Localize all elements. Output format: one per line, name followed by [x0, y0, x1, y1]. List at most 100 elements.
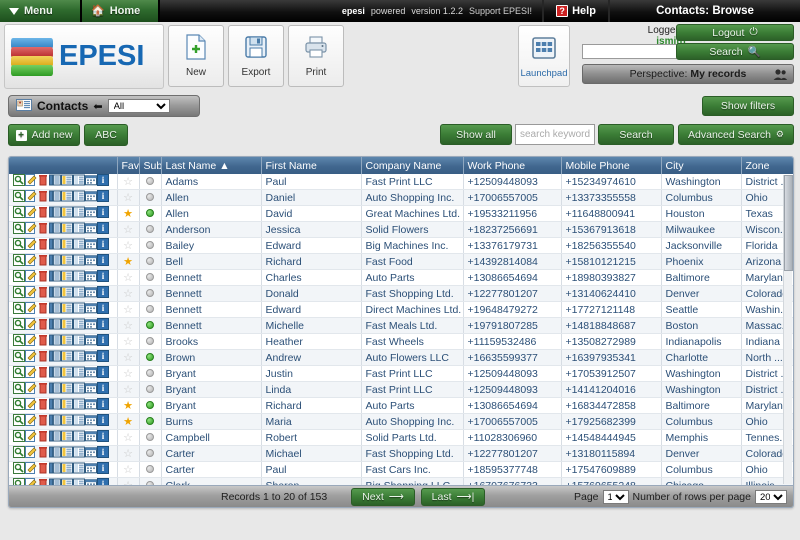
company-icon[interactable] [49, 174, 61, 189]
table-row[interactable]: i ☆ Carter Michael Fast Shopping Ltd. +122778… [9, 445, 793, 462]
delete-icon[interactable] [37, 462, 49, 477]
tasks-icon[interactable] [73, 462, 85, 477]
info-icon[interactable]: i [97, 190, 109, 205]
tasks-icon[interactable] [73, 270, 85, 285]
favorite-star[interactable]: ☆ [117, 221, 140, 238]
subscription-indicator[interactable] [139, 461, 162, 478]
delete-icon[interactable] [37, 318, 49, 333]
view-icon[interactable] [13, 446, 25, 461]
view-icon[interactable] [13, 382, 25, 397]
col-sub[interactable]: Sub [139, 157, 162, 174]
favorite-star[interactable]: ☆ [117, 189, 140, 206]
subscription-indicator[interactable] [139, 413, 162, 430]
tasks-icon[interactable] [73, 318, 85, 333]
company-icon[interactable] [49, 222, 61, 237]
tasks-icon[interactable] [73, 174, 85, 189]
subscription-indicator[interactable] [139, 381, 162, 398]
calendar-icon[interactable] [85, 462, 97, 477]
info-icon[interactable]: i [97, 350, 109, 365]
add-new-button[interactable]: + Add new [8, 124, 80, 146]
info-icon[interactable]: i [97, 398, 109, 413]
info-icon[interactable]: i [97, 462, 109, 477]
notes-icon[interactable] [61, 318, 73, 333]
edit-icon[interactable] [25, 318, 37, 333]
arrow-left-icon[interactable]: ⬅ [93, 100, 102, 113]
calendar-icon[interactable] [85, 430, 97, 445]
delete-icon[interactable] [37, 430, 49, 445]
edit-icon[interactable] [25, 414, 37, 429]
edit-icon[interactable] [25, 190, 37, 205]
view-icon[interactable] [13, 318, 25, 333]
notes-icon[interactable] [61, 174, 73, 189]
subscription-indicator[interactable] [139, 237, 162, 254]
subscription-indicator[interactable] [139, 429, 162, 446]
abc-button[interactable]: ABC [84, 124, 128, 146]
perspective-selector[interactable]: Perspective: My records [582, 64, 794, 84]
company-icon[interactable] [49, 446, 61, 461]
tasks-icon[interactable] [73, 222, 85, 237]
edit-icon[interactable] [25, 350, 37, 365]
info-icon[interactable]: i [97, 302, 109, 317]
edit-icon[interactable] [25, 222, 37, 237]
col-company[interactable]: Company Name [361, 157, 464, 174]
notes-icon[interactable] [61, 414, 73, 429]
view-icon[interactable] [13, 350, 25, 365]
favorite-star[interactable]: ☆ [117, 429, 140, 446]
launchpad-button[interactable]: Launchpad [518, 25, 570, 87]
view-icon[interactable] [13, 190, 25, 205]
tasks-icon[interactable] [73, 190, 85, 205]
notes-icon[interactable] [61, 462, 73, 477]
vertical-scrollbar[interactable] [783, 175, 793, 484]
info-icon[interactable]: i [97, 334, 109, 349]
view-icon[interactable] [13, 254, 25, 269]
table-row[interactable]: i ☆ Bennett Michelle Fast Meals Ltd. +1979180… [9, 317, 793, 334]
info-icon[interactable]: i [97, 414, 109, 429]
table-row[interactable]: i ☆ Bryant Linda Fast Print LLC +12509448093 +… [9, 381, 793, 398]
table-row[interactable]: i ★ Burns Maria Auto Shopping Inc. +170065570… [9, 413, 793, 430]
tasks-icon[interactable] [73, 302, 85, 317]
favorite-star[interactable]: ★ [117, 397, 140, 414]
view-icon[interactable] [13, 366, 25, 381]
subscription-indicator[interactable] [139, 285, 162, 302]
notes-icon[interactable] [61, 334, 73, 349]
favorite-star[interactable]: ☆ [117, 445, 140, 462]
tasks-icon[interactable] [73, 286, 85, 301]
edit-icon[interactable] [25, 334, 37, 349]
support-link[interactable]: Support EPESI! [469, 6, 532, 16]
table-row[interactable]: i ☆ Adams Paul Fast Print LLC +12509448093 +15… [9, 174, 793, 190]
last-page-button[interactable]: Last ⟶| [421, 487, 485, 506]
rows-per-page-select[interactable]: 20 [755, 489, 787, 504]
tasks-icon[interactable] [73, 430, 85, 445]
table-row[interactable]: i ☆ Bennett Edward Direct Machines Ltd. +1964… [9, 301, 793, 318]
company-icon[interactable] [49, 270, 61, 285]
edit-icon[interactable] [25, 270, 37, 285]
favorite-star[interactable]: ☆ [117, 365, 140, 382]
info-icon[interactable]: i [97, 238, 109, 253]
tasks-icon[interactable] [73, 414, 85, 429]
notes-icon[interactable] [61, 430, 73, 445]
delete-icon[interactable] [37, 222, 49, 237]
header-search-button[interactable]: Search 🔍 [676, 43, 794, 60]
table-row[interactable]: i ☆ Bennett Donald Fast Shopping Ltd. +122778… [9, 285, 793, 302]
delete-icon[interactable] [37, 350, 49, 365]
calendar-icon[interactable] [85, 222, 97, 237]
calendar-icon[interactable] [85, 206, 97, 221]
new-button[interactable]: New [168, 25, 224, 87]
info-icon[interactable]: i [97, 366, 109, 381]
table-row[interactable]: i ☆ Anderson Jessica Solid Flowers +182372566… [9, 221, 793, 238]
calendar-icon[interactable] [85, 398, 97, 413]
subscription-indicator[interactable] [139, 221, 162, 238]
view-icon[interactable] [13, 302, 25, 317]
delete-icon[interactable] [37, 270, 49, 285]
favorite-star[interactable]: ☆ [117, 269, 140, 286]
info-icon[interactable]: i [97, 286, 109, 301]
edit-icon[interactable] [25, 254, 37, 269]
calendar-icon[interactable] [85, 238, 97, 253]
col-first-name[interactable]: First Name [261, 157, 362, 174]
subscription-indicator[interactable] [139, 333, 162, 350]
favorite-star[interactable]: ★ [117, 253, 140, 270]
search-button[interactable]: Search [598, 124, 674, 145]
subscription-indicator[interactable] [139, 253, 162, 270]
company-icon[interactable] [49, 430, 61, 445]
delete-icon[interactable] [37, 206, 49, 221]
